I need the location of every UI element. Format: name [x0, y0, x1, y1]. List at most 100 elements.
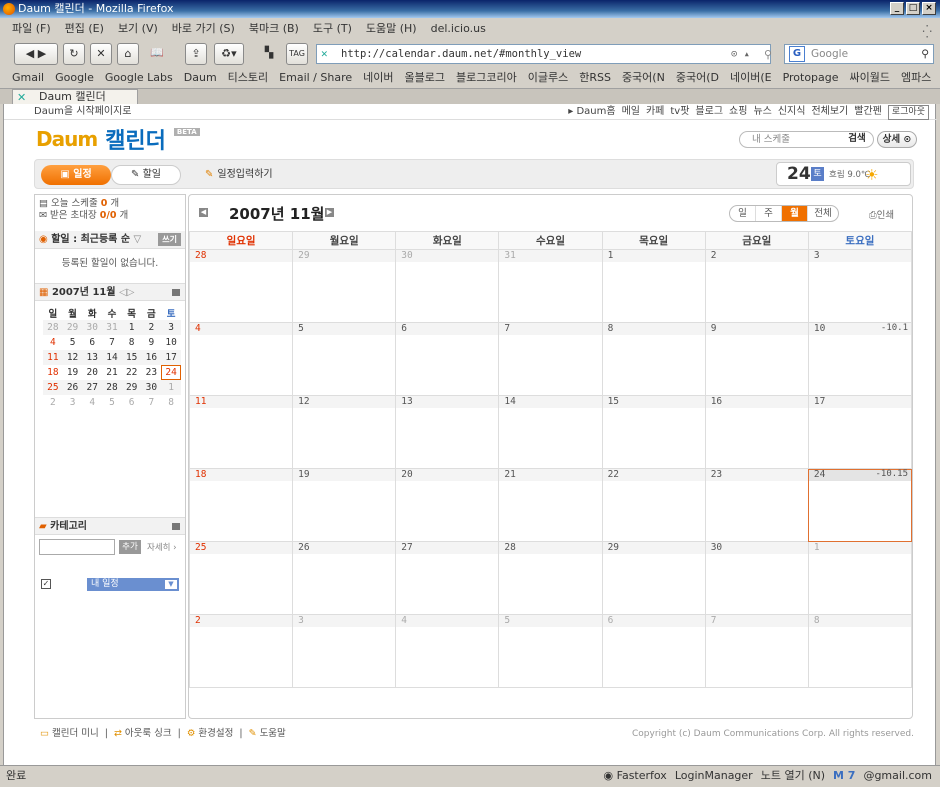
minical-day[interactable]: 5: [63, 335, 83, 350]
day-cell[interactable]: 3: [807, 249, 913, 323]
category-name-input[interactable]: [39, 539, 115, 555]
day-cell[interactable]: 4: [395, 614, 500, 688]
settings-link[interactable]: ⚙ 환경설정: [187, 722, 234, 746]
tvpot-link[interactable]: tv팟: [670, 104, 689, 120]
bookmark-item[interactable]: 엠파스: [901, 68, 931, 88]
day-cell[interactable]: 2: [704, 249, 809, 323]
collapse-toggle-icon[interactable]: [172, 523, 180, 530]
all-services-link[interactable]: 전체보기: [811, 104, 848, 120]
minimize-button[interactable]: _: [890, 2, 904, 15]
day-cell[interactable]: 8: [807, 614, 913, 688]
minical-day[interactable]: 31: [102, 320, 122, 335]
go-icon[interactable]: ⊙ ▴: [731, 45, 750, 63]
sort-dropdown-icon[interactable]: ▽: [134, 234, 142, 245]
category-add-button[interactable]: 추가: [119, 540, 141, 554]
minical-day[interactable]: 12: [62, 350, 83, 365]
bookmark-item[interactable]: Email / Share: [279, 68, 352, 88]
day-cell[interactable]: 9: [704, 322, 809, 396]
day-cell[interactable]: 29: [601, 541, 706, 615]
minical-day[interactable]: 23: [142, 365, 162, 380]
day-cell[interactable]: 5: [498, 614, 603, 688]
blog-link[interactable]: 블로그: [695, 104, 723, 120]
minical-day[interactable]: 3: [63, 395, 83, 410]
upload-icon[interactable]: ⇪: [185, 43, 207, 65]
day-cell[interactable]: 23: [704, 468, 809, 542]
menu-edit[interactable]: 편집 (E): [65, 18, 104, 40]
day-cell[interactable]: 30: [395, 249, 500, 323]
category-detail-link[interactable]: 자세히 ›: [147, 541, 177, 553]
minical-day[interactable]: 13: [82, 350, 103, 365]
tab-todo[interactable]: ✎ 할일: [111, 165, 181, 185]
day-cell[interactable]: 22: [601, 468, 706, 542]
day-cell[interactable]: 26: [292, 541, 397, 615]
stop-icon[interactable]: ✕: [90, 43, 112, 65]
view-all-tab[interactable]: 전체: [808, 206, 838, 221]
minical-day[interactable]: 21: [102, 365, 122, 380]
day-cell[interactable]: 19: [292, 468, 397, 542]
bookmark-item[interactable]: Google Labs: [105, 68, 173, 88]
day-cell[interactable]: 16: [704, 395, 809, 469]
day-cell[interactable]: 25: [188, 541, 294, 615]
minical-day[interactable]: 3: [161, 320, 181, 335]
minical-day[interactable]: 28: [102, 380, 122, 395]
day-cell[interactable]: 11: [188, 395, 294, 469]
day-cell[interactable]: 31: [498, 249, 603, 323]
gmail-account[interactable]: @gmail.com: [863, 766, 932, 786]
day-cell[interactable]: 7: [498, 322, 603, 396]
redpen-link[interactable]: 빨간펜: [854, 104, 882, 120]
logout-button[interactable]: 로그아웃: [887, 105, 929, 120]
day-cell[interactable]: 8: [601, 322, 706, 396]
day-cell[interactable]: 18: [188, 468, 294, 542]
tag-icon[interactable]: TAG: [286, 43, 308, 65]
open-notes-button[interactable]: 노트 열기 (N): [761, 766, 825, 786]
bookmark-item[interactable]: 한RSS: [579, 68, 611, 88]
menu-delicious[interactable]: del.icio.us: [431, 18, 486, 40]
bookmark-item[interactable]: 이글루스: [528, 68, 568, 88]
minical-day[interactable]: 4: [82, 395, 102, 410]
day-cell[interactable]: 27: [395, 541, 500, 615]
day-cell[interactable]: 10 -10.1: [807, 322, 913, 396]
fasterfox-button[interactable]: ◉ Fasterfox: [604, 766, 667, 786]
prev-month-icon[interactable]: ◀: [199, 208, 208, 217]
outlook-sync-link[interactable]: ⇄ 아웃룩 싱크: [114, 722, 172, 746]
category-item[interactable]: 내 일정 ▼: [87, 578, 179, 591]
minical-day[interactable]: 9: [142, 335, 162, 350]
minical-day[interactable]: 28: [43, 320, 63, 335]
day-cell[interactable]: 6: [601, 614, 706, 688]
day-cell[interactable]: 28: [188, 249, 294, 323]
minical-day[interactable]: 19: [63, 365, 83, 380]
search-button[interactable]: 검색: [840, 131, 874, 148]
menu-go[interactable]: 바로 가기 (S): [172, 18, 235, 40]
google-search-input[interactable]: G Google ⚲: [784, 44, 934, 64]
minical-day[interactable]: 5: [102, 395, 122, 410]
bookmark-item[interactable]: Google: [55, 68, 94, 88]
news-link[interactable]: 뉴스: [753, 104, 771, 120]
bookmark-item[interactable]: 블로그코리아: [456, 68, 517, 88]
gmail-count[interactable]: M 7: [833, 766, 855, 786]
recycle-icon[interactable]: ♻▾: [214, 43, 244, 65]
menu-file[interactable]: 파일 (F): [12, 18, 51, 40]
search-icon[interactable]: ⚲: [921, 45, 929, 63]
view-week-tab[interactable]: 주: [756, 206, 782, 221]
minical-nav-icon[interactable]: ◁▷: [119, 287, 134, 298]
view-month-tab[interactable]: 월: [782, 206, 808, 221]
bookmark-item[interactable]: 티스토리: [228, 68, 268, 88]
minical-day[interactable]: 30: [82, 320, 103, 335]
minical-day[interactable]: 6: [122, 395, 142, 410]
minical-day[interactable]: 11: [43, 350, 63, 365]
minical-day[interactable]: 6: [82, 335, 102, 350]
invitation-count[interactable]: 0/0: [100, 210, 117, 221]
bookmark-book-icon[interactable]: 📖: [146, 43, 168, 65]
url-input[interactable]: ✕ http://calendar.daum.net/#monthly_view…: [316, 44, 771, 64]
bookmark-item[interactable]: 중국어(N: [622, 68, 665, 88]
help-link[interactable]: ✎ 도움말: [249, 722, 286, 746]
back-forward-button[interactable]: ◀ ▶: [14, 43, 58, 65]
minical-day[interactable]: 22: [122, 365, 142, 380]
bookmark-item[interactable]: 올블로그: [405, 68, 445, 88]
bookmark-item[interactable]: 싸이월드: [850, 68, 890, 88]
weather-widget[interactable]: 24 토 흐림 9.0℃ ☀: [776, 162, 911, 186]
view-day-tab[interactable]: 일: [730, 206, 756, 221]
day-cell[interactable]: 5: [292, 322, 397, 396]
menu-help[interactable]: 도움말 (H): [366, 18, 417, 40]
minical-day[interactable]: 27: [82, 380, 103, 395]
